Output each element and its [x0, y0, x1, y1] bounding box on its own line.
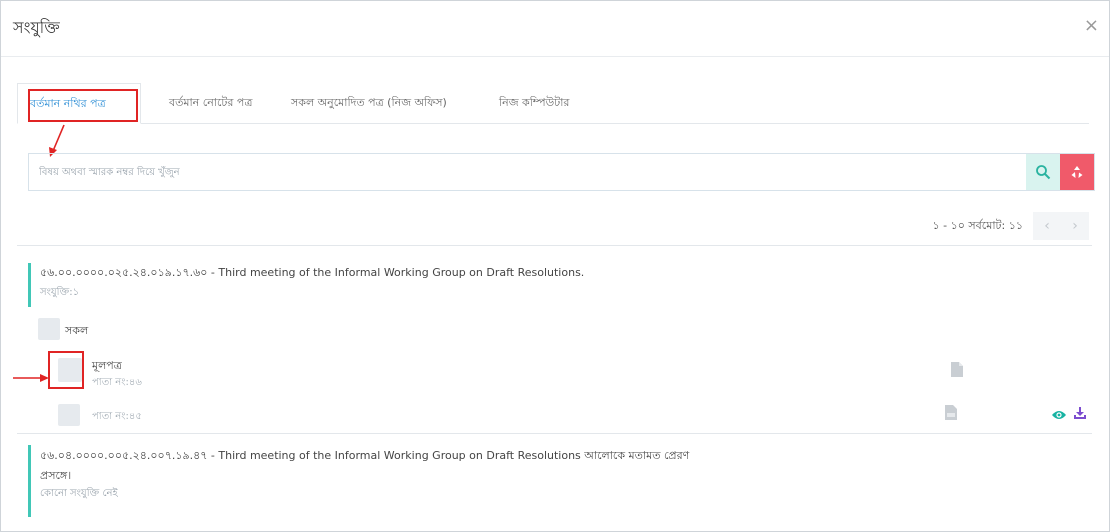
file-group-title: ৫৬.০০.০০০০.০২৫.২৪.০১৯.১৭.৬০ - Third meet…	[40, 266, 585, 279]
attachment-name: মূলপত্র	[92, 359, 122, 372]
next-page-button[interactable]: ›	[1061, 212, 1089, 240]
tab-bar: বর্তমান নথির পত্র বর্তমান নোটের পত্র সকল…	[17, 83, 1089, 124]
attachment-page-number: পাতা নং:৪৫	[92, 411, 142, 422]
preview-eye-icon[interactable]	[1051, 409, 1067, 421]
attachment-modal: সংযুক্তি × বর্তমান নথির পত্র বর্তমান নোট…	[0, 0, 1110, 532]
modal-title: সংযুক্তি	[13, 18, 60, 37]
file-group-title-continued: প্রসঙ্গে।	[40, 469, 72, 482]
pdf-file-icon	[945, 405, 957, 420]
search-icon	[1036, 165, 1051, 180]
download-icon[interactable]	[1073, 406, 1087, 420]
recycle-icon	[1071, 166, 1083, 178]
file-icon	[951, 362, 963, 377]
tab-all-approved-letters[interactable]: সকল অনুমোদিত পত্র (নিজ অফিস)	[279, 83, 459, 123]
file-group-2: ৫৬.০৪.০০০০.০০৫.২৪.০০৭.১৯.৪৭ - Third meet…	[28, 445, 689, 517]
search-input[interactable]	[29, 154, 1039, 190]
highlight-box-tab	[28, 89, 138, 122]
attachment-count: সংযুক্তি:১	[40, 287, 80, 298]
pagination-summary: ১ - ১০ সর্বমোট: ১১	[932, 218, 1023, 232]
pagination: ১ - ১০ সর্বমোট: ১১ ‹ ›	[933, 212, 1089, 240]
attachment-checkbox-2[interactable]	[58, 404, 80, 426]
reset-button[interactable]	[1060, 154, 1094, 190]
highlight-box-checkbox	[48, 351, 84, 389]
select-all-checkbox[interactable]	[38, 318, 60, 340]
file-group-1: ৫৬.০০.০০০০.০২৫.২৪.০১৯.১৭.৬০ - Third meet…	[28, 263, 584, 307]
tab-own-computer[interactable]: নিজ কম্পিউটার	[487, 83, 581, 123]
divider	[17, 433, 1092, 434]
no-attachment-note: কোনো সংযুক্তি নেই	[40, 488, 118, 499]
select-all-label: সকল	[65, 324, 89, 337]
attachment-page-number: পাতা নং:৪৬	[92, 377, 142, 388]
divider	[17, 245, 1092, 246]
tab-current-note-letters[interactable]: বর্তমান নোটের পত্র	[157, 83, 264, 123]
annotation-arrow-checkbox	[13, 374, 49, 382]
modal-header: সংযুক্তি ×	[1, 1, 1109, 57]
search-button[interactable]	[1026, 154, 1060, 190]
close-button[interactable]: ×	[1084, 17, 1099, 35]
prev-page-button[interactable]: ‹	[1033, 212, 1061, 240]
file-group-title: ৫৬.০৪.০০০০.০০৫.২৪.০০৭.১৯.৪৭ - Third meet…	[40, 449, 690, 462]
search-bar	[28, 153, 1095, 191]
